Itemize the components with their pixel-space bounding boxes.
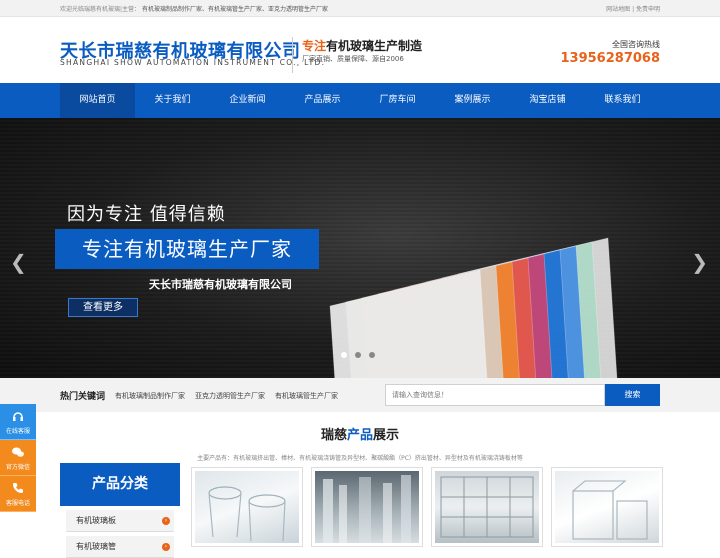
title-part-b: 产品	[346, 428, 373, 443]
keyword-link[interactable]: 亚克力透明管生产厂家	[195, 391, 265, 401]
product-image	[435, 471, 539, 543]
phone-icon	[13, 483, 23, 493]
banner-dot[interactable]	[341, 352, 347, 358]
site-header: 天长市瑞慈有机玻璃有限公司 SHANGHAI SHOW AUTOMATION I…	[0, 17, 720, 83]
chevron-right-icon: ›	[162, 517, 170, 525]
main-nav: 网站首页 关于我们 企业新闻 产品展示 厂房车间 案例展示 淘宝店铺 联系我们	[0, 83, 720, 118]
acrylic-tubes-icon	[208, 486, 286, 542]
banner-tagline-1: 因为专注 值得信赖	[67, 204, 226, 225]
chevron-right-icon: ›	[162, 543, 170, 551]
keyword-bar: 热门关键词 有机玻璃制品制作厂家 亚克力透明管生产厂家 有机玻璃管生产厂家 搜索	[0, 378, 720, 412]
welcome-main-business: 有机玻璃制品制作厂家、有机玻璃管生产厂家、亚克力透明管生产厂家	[141, 6, 328, 13]
banner-dot[interactable]	[355, 352, 361, 358]
wechat-icon	[12, 447, 24, 457]
online-service-label: 在线客服	[5, 428, 30, 435]
title-part-a: 瑞慈	[320, 428, 347, 443]
sitemap-disclaimer-links[interactable]: 网站地图 | 免责申明	[606, 6, 660, 13]
online-service-button[interactable]: 在线客服	[0, 404, 36, 440]
keyword-link[interactable]: 有机玻璃管生产厂家	[275, 391, 338, 401]
hot-keywords-title: 热门关键词	[60, 392, 106, 402]
product-category-panel: 产品分类 有机玻璃板 › 有机玻璃管 ›	[60, 463, 180, 558]
hot-keywords-list: 有机玻璃制品制作厂家 亚克力透明管生产厂家 有机玻璃管生产厂家	[115, 391, 338, 401]
category-item[interactable]: 有机玻璃管 ›	[66, 536, 174, 558]
top-bar: 欢迎光临瑞慈有机玻璃|主营： 有机玻璃制品制作厂家、有机玻璃管生产厂家、亚克力透…	[0, 0, 720, 17]
nav-item-contact[interactable]: 联系我们	[585, 83, 660, 118]
product-card[interactable]	[191, 467, 303, 547]
acrylic-container-icon	[572, 480, 648, 540]
wechat-label: 官方微信	[5, 464, 30, 471]
nav-item-news[interactable]: 企业新闻	[210, 83, 285, 118]
hotline-label: 全国咨询热线	[612, 40, 660, 49]
product-image	[555, 471, 659, 543]
banner-pagination	[341, 352, 375, 358]
product-card[interactable]	[311, 467, 423, 547]
nav-item-products[interactable]: 产品展示	[285, 83, 360, 118]
banner-company-name: 天长市瑞慈有机玻璃有限公司	[149, 278, 292, 291]
service-phone-label: 客服电话	[5, 500, 30, 507]
header-slogan: 专注有机玻璃生产制造	[302, 37, 422, 54]
acrylic-box-grid-icon	[440, 476, 534, 538]
welcome-text: 欢迎光临瑞慈有机玻璃|主营： 有机玻璃制品制作厂家、有机玻璃管生产厂家、亚克力透…	[60, 4, 328, 13]
keyword-link[interactable]: 有机玻璃制品制作厂家	[115, 391, 185, 401]
nav-item-about[interactable]: 关于我们	[135, 83, 210, 118]
view-more-button[interactable]: 查看更多	[68, 298, 138, 317]
wechat-button[interactable]: 官方微信	[0, 440, 36, 476]
welcome-prefix: 欢迎光临瑞慈有机玻璃|主营：	[60, 6, 141, 13]
company-logo-english: SHANGHAI SHOW AUTOMATION INSTRUMENT CO.,…	[60, 58, 326, 67]
banner-dot[interactable]	[369, 352, 375, 358]
banner-prev-arrow-icon[interactable]: ❮	[10, 252, 27, 272]
side-float-toolbar: 在线客服 官方微信 客服电话	[0, 404, 36, 512]
nav-item-cases[interactable]: 案例展示	[435, 83, 510, 118]
slogan-accent: 专注	[302, 39, 327, 53]
search-button[interactable]: 搜索	[605, 384, 660, 406]
product-image	[195, 471, 299, 543]
product-card[interactable]	[431, 467, 543, 547]
headset-icon	[13, 412, 23, 421]
nav-item-home[interactable]: 网站首页	[60, 83, 135, 118]
category-label: 有机玻璃板	[76, 516, 116, 525]
banner-tagline-2: 专注有机玻璃生产厂家	[55, 229, 319, 269]
products-section-subtitle: 主要产品有：有机玻璃挤出管、棒材、有机玻璃浇铸管及异型材、聚碳酸酯（PC）挤出管…	[197, 455, 523, 462]
title-part-c: 展示	[373, 428, 400, 443]
service-phone-button[interactable]: 客服电话	[0, 476, 36, 512]
category-label: 有机玻璃管	[76, 542, 116, 551]
banner-next-arrow-icon[interactable]: ❯	[691, 252, 708, 272]
header-divider	[292, 37, 293, 73]
category-panel-title: 产品分类	[60, 463, 180, 506]
category-item[interactable]: 有机玻璃板 ›	[66, 510, 174, 532]
nav-item-workshop[interactable]: 厂房车间	[360, 83, 435, 118]
top-links[interactable]: 网站地图 | 免责申明	[606, 4, 660, 13]
hero-banner[interactable]: 因为专注 值得信赖 专注有机玻璃生产厂家 天长市瑞慈有机玻璃有限公司 查看更多 …	[0, 118, 720, 378]
search-input[interactable]	[385, 384, 605, 406]
product-image	[315, 471, 419, 543]
product-card[interactable]	[551, 467, 663, 547]
slogan-subtitle: 厂家直销、质量保障、源自2006	[302, 55, 404, 63]
products-section-title: 瑞慈产品展示	[0, 424, 720, 443]
acrylic-rods-icon	[323, 475, 411, 543]
slogan-rest: 有机玻璃生产制造	[326, 39, 423, 53]
hotline-number: 13956287068	[560, 51, 661, 66]
product-grid	[191, 467, 663, 547]
nav-item-taobao[interactable]: 淘宝店铺	[510, 83, 585, 118]
